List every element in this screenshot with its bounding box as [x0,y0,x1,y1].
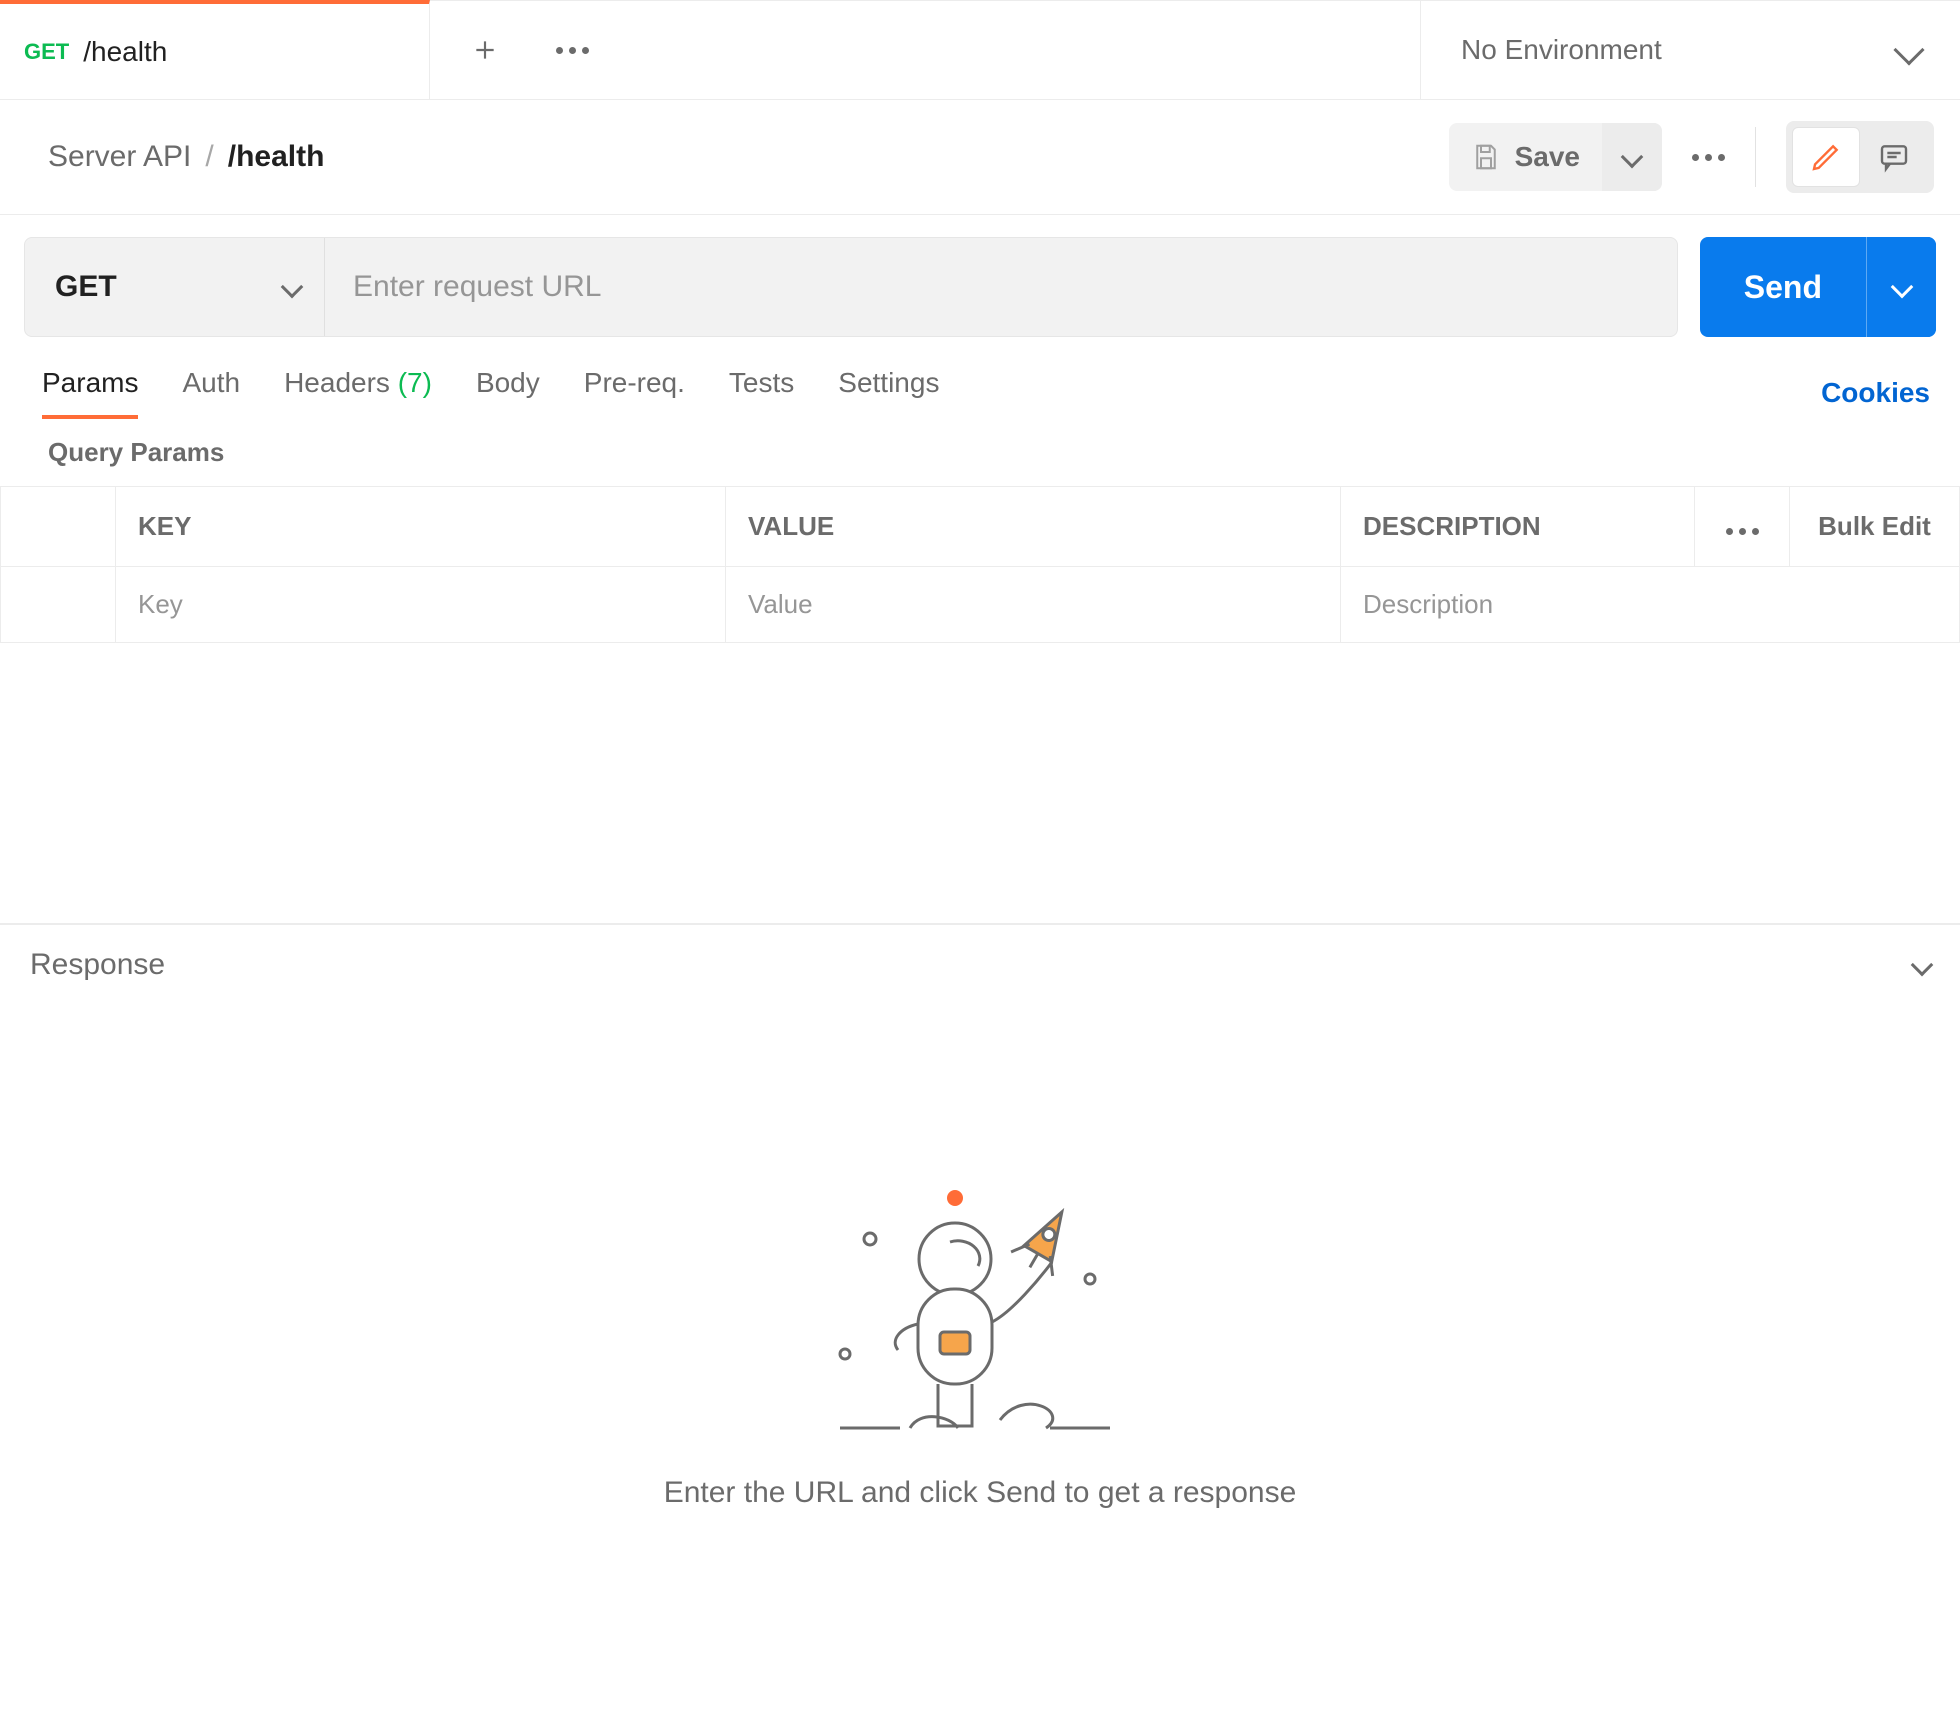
cookies-link[interactable]: Cookies [1821,377,1930,409]
param-value-input[interactable] [748,589,1318,620]
comment-icon [1878,141,1910,173]
tab-method-label: GET [24,39,69,65]
column-value: VALUE [726,487,1341,567]
column-description: DESCRIPTION [1341,487,1695,567]
params-empty-area [0,643,1960,924]
save-icon [1471,142,1501,172]
save-button-group: Save [1449,123,1662,191]
tab-tests[interactable]: Tests [729,367,794,419]
chevron-down-icon [1890,276,1913,299]
bulk-edit-button[interactable]: Bulk Edit [1790,487,1960,567]
breadcrumb: Server API / /health [48,140,324,174]
save-options-button[interactable] [1602,123,1662,191]
documentation-button[interactable] [1792,127,1860,187]
query-params-table: KEY VALUE DESCRIPTION Bulk Edit [0,486,1960,643]
row-checkbox-cell[interactable] [1,567,116,643]
more-icon [1726,528,1759,535]
breadcrumb-request: /health [228,140,325,174]
table-row [1,567,1960,643]
param-key-input[interactable] [138,589,703,620]
breadcrumb-separator: / [205,140,213,174]
request-more-button[interactable] [1692,154,1725,161]
chevron-down-icon [281,276,304,299]
tab-name-label: /health [83,36,167,68]
request-subtabs: Params Auth Headers (7) Body Pre-req. Te… [42,367,939,419]
environment-label: No Environment [1461,34,1662,66]
param-description-input[interactable] [1363,589,1937,620]
tab-headers[interactable]: Headers (7) [284,367,432,419]
url-input[interactable] [325,238,1677,336]
send-button[interactable]: Send [1700,237,1866,337]
comments-button[interactable] [1860,127,1928,187]
column-key: KEY [116,487,726,567]
tab-prereq[interactable]: Pre-req. [584,367,685,419]
tab-headers-label: Headers [284,367,390,398]
tab-more-button[interactable] [556,47,589,54]
chevron-down-icon [1893,34,1924,65]
method-selector[interactable]: GET [25,238,325,336]
send-options-button[interactable] [1866,237,1936,337]
divider [1755,127,1756,187]
tab-settings[interactable]: Settings [838,367,939,419]
url-bar: GET [24,237,1678,337]
response-collapse-button[interactable] [1911,953,1934,976]
query-params-title: Query Params [0,419,1960,486]
tab-actions [430,0,1420,99]
tab-params[interactable]: Params [42,367,138,419]
tab-body[interactable]: Body [476,367,540,419]
save-button[interactable]: Save [1449,123,1602,191]
more-icon [1692,154,1699,161]
response-empty-message: Enter the URL and click Send to get a re… [664,1476,1297,1510]
new-tab-button[interactable] [472,37,498,63]
pencil-icon [1810,141,1842,173]
send-button-group: Send [1700,237,1936,337]
response-empty-state: Enter the URL and click Send to get a re… [0,1004,1960,1710]
astronaut-rocket-illustration [800,1184,1160,1444]
column-checkbox [1,487,116,567]
request-tab[interactable]: GET /health [0,0,430,99]
chevron-down-icon [1621,146,1644,169]
column-options-button[interactable] [1695,487,1790,567]
plus-icon [472,37,498,63]
tab-headers-count: (7) [398,367,432,398]
environment-selector[interactable]: No Environment [1420,0,1960,99]
method-label: GET [55,270,117,304]
tab-auth[interactable]: Auth [182,367,240,419]
right-mode-buttons [1786,121,1934,193]
more-icon [556,47,563,54]
save-label: Save [1515,141,1580,173]
breadcrumb-collection[interactable]: Server API [48,140,191,174]
table-header-row: KEY VALUE DESCRIPTION Bulk Edit [1,487,1960,567]
response-title: Response [30,948,165,982]
